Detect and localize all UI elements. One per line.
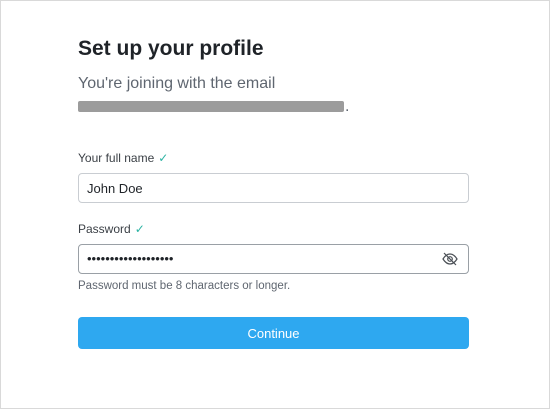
fullname-label-row: Your full name ✓ (78, 151, 168, 165)
redaction-bar (78, 101, 344, 112)
password-hint: Password must be 8 characters or longer. (78, 280, 291, 292)
page-title: Set up your profile (78, 37, 264, 60)
fullname-check-icon: ✓ (158, 151, 169, 165)
eye-slash-icon[interactable] (442, 252, 458, 266)
password-label: Password (78, 222, 131, 236)
profile-setup-dialog: Set up your profile You're joining with … (0, 0, 550, 409)
password-label-row: Password ✓ (78, 222, 145, 236)
email-intro-text: You're joining with the email (78, 75, 276, 92)
email-trailing-period: . (345, 98, 350, 115)
fullname-field[interactable] (78, 173, 469, 203)
password-input[interactable]: ••••••••••••••••••• (87, 245, 173, 273)
password-field[interactable]: ••••••••••••••••••• (78, 244, 469, 274)
fullname-label: Your full name (78, 151, 155, 165)
fullname-input[interactable] (79, 174, 427, 202)
email-address-redacted: . (78, 98, 358, 115)
password-check-icon: ✓ (134, 222, 145, 236)
continue-button[interactable]: Continue (78, 317, 469, 349)
